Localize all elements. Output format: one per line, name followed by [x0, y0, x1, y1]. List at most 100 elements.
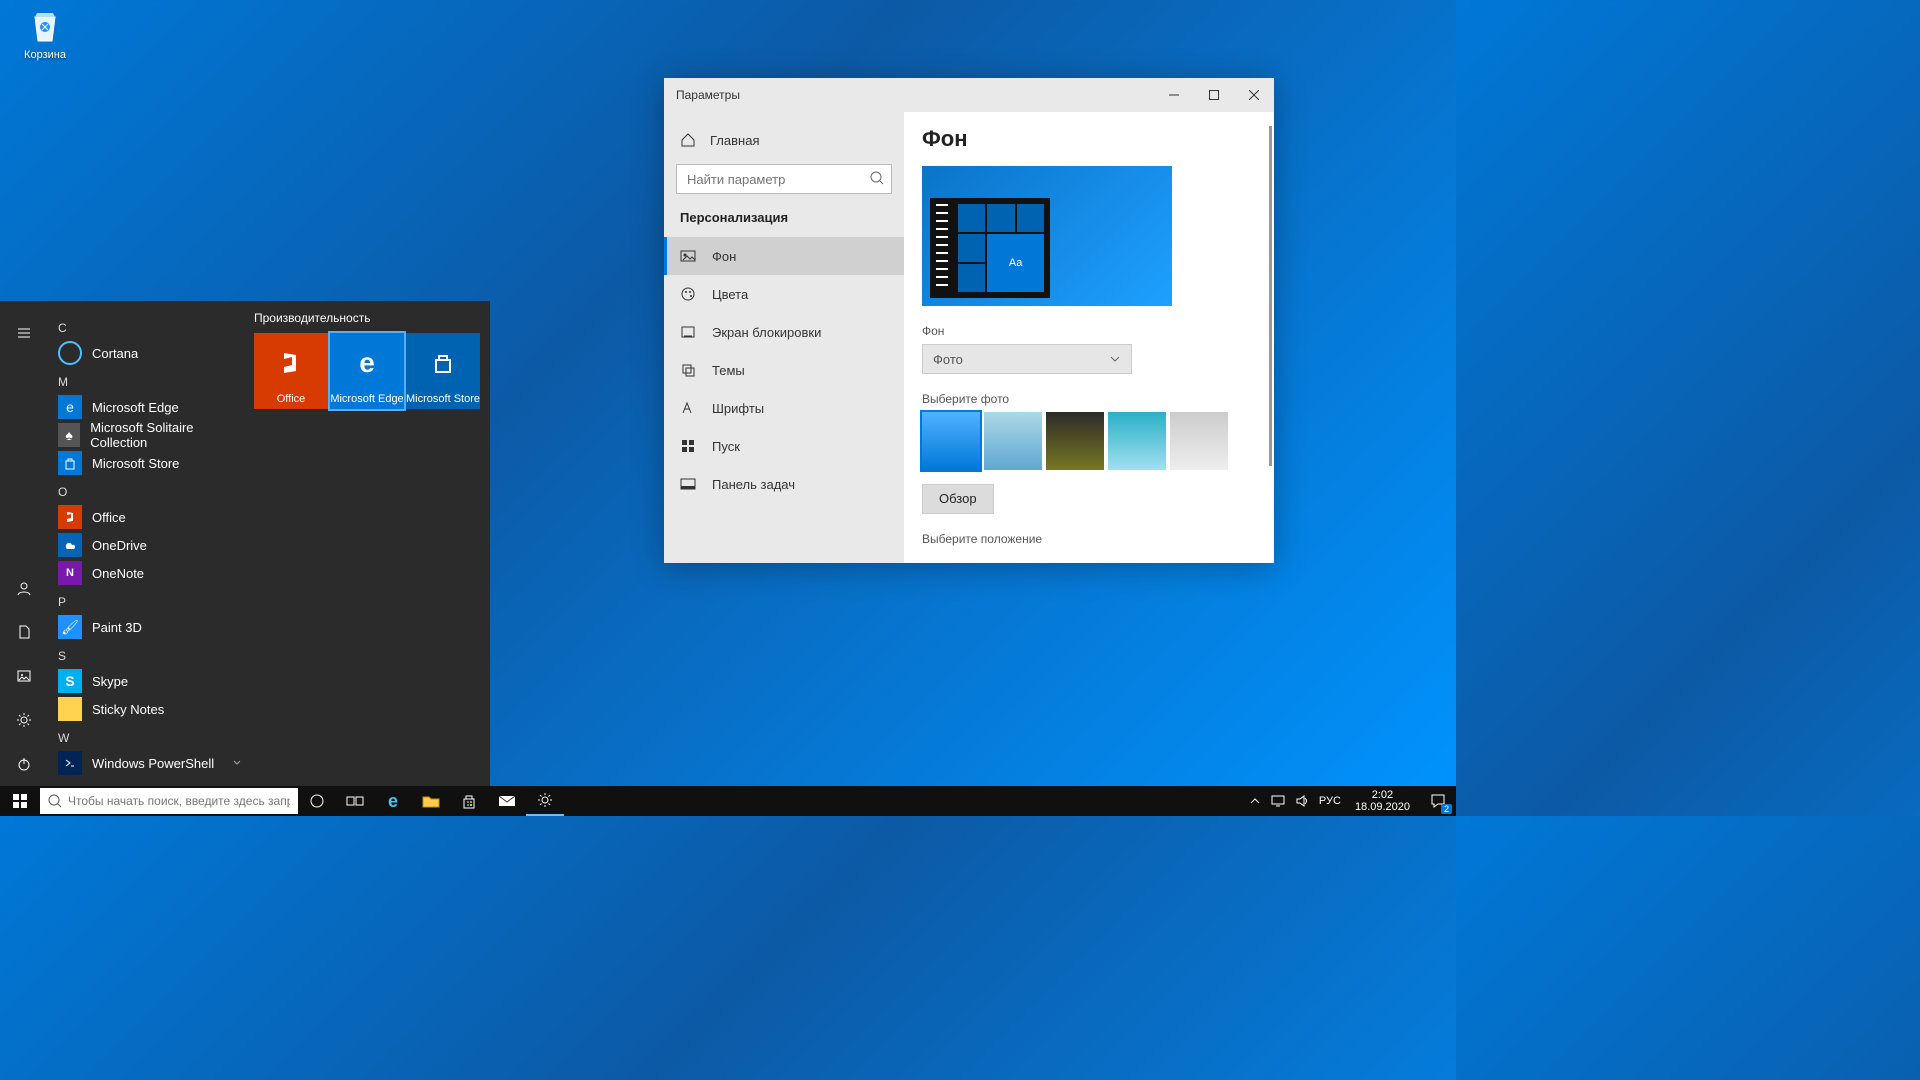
powershell-icon: [58, 751, 82, 775]
tray-language[interactable]: РУС: [1319, 795, 1341, 807]
sidebar-item-colors[interactable]: Цвета: [664, 275, 904, 313]
chevron-down-icon: [232, 758, 242, 768]
app-powershell[interactable]: Windows PowerShell: [54, 749, 246, 777]
app-cortana[interactable]: Cortana: [54, 339, 246, 367]
app-edge[interactable]: e Microsoft Edge: [54, 393, 246, 421]
start-expand-button[interactable]: [0, 311, 48, 355]
tile-label: Microsoft Store: [406, 393, 480, 405]
taskbar-edge[interactable]: e: [374, 786, 412, 816]
taskbar-start-button[interactable]: [0, 786, 40, 816]
thumb-2[interactable]: [984, 412, 1042, 470]
thumb-1[interactable]: [922, 412, 980, 470]
store-icon: [461, 793, 477, 809]
taskbar-store[interactable]: [450, 786, 488, 816]
taskbar-taskview[interactable]: [336, 786, 374, 816]
minimize-button[interactable]: [1154, 78, 1194, 112]
close-button[interactable]: [1234, 78, 1274, 112]
thumb-3[interactable]: [1046, 412, 1104, 470]
sidebar-item-label: Пуск: [712, 439, 740, 454]
choose-fit-label: Выберите положение: [922, 532, 1256, 546]
app-label: Office: [92, 510, 126, 525]
sidebar-home-label: Главная: [710, 133, 759, 148]
taskbar-explorer[interactable]: [412, 786, 450, 816]
app-letter-c[interactable]: C: [54, 317, 246, 339]
desktop-icon-recycle-bin[interactable]: Корзина: [10, 5, 80, 61]
sidebar-item-label: Экран блокировки: [712, 325, 821, 340]
search-icon: [870, 171, 884, 185]
thumb-5[interactable]: [1170, 412, 1228, 470]
sidebar-item-start[interactable]: Пуск: [664, 427, 904, 465]
start-power-button[interactable]: [0, 742, 48, 786]
taskbar-settings[interactable]: [526, 786, 564, 816]
tiles-heading[interactable]: Производительность: [254, 311, 480, 333]
tray-monitor-icon[interactable]: [1271, 794, 1285, 808]
store-icon: [431, 333, 455, 393]
app-onedrive[interactable]: OneDrive: [54, 531, 246, 559]
app-letter-w[interactable]: W: [54, 727, 246, 749]
sidebar-item-taskbar[interactable]: Панель задач: [664, 465, 904, 503]
start-user-button[interactable]: [0, 566, 48, 610]
app-office[interactable]: Office: [54, 503, 246, 531]
taskbar-cortana[interactable]: [298, 786, 336, 816]
bg-select[interactable]: Фото: [922, 344, 1132, 374]
app-label: Paint 3D: [92, 620, 142, 635]
app-letter-o[interactable]: O: [54, 481, 246, 503]
start-pictures-button[interactable]: [0, 654, 48, 698]
app-onenote[interactable]: N OneNote: [54, 559, 246, 587]
app-letter-s[interactable]: S: [54, 645, 246, 667]
sidebar-item-label: Цвета: [712, 287, 748, 302]
app-letter-m[interactable]: M: [54, 371, 246, 393]
settings-titlebar[interactable]: Параметры: [664, 78, 1274, 112]
folder-icon: [422, 794, 440, 808]
taskbar-search[interactable]: [40, 788, 298, 814]
sidebar-search-input[interactable]: [676, 164, 892, 194]
taskbar-mail[interactable]: [488, 786, 526, 816]
tile-label: Microsoft Edge: [330, 393, 403, 405]
tile-store[interactable]: Microsoft Store: [406, 333, 480, 409]
settings-sidebar: Главная Персонализация Фон Цвета Экран б…: [664, 112, 904, 563]
app-skype[interactable]: SSkype: [54, 667, 246, 695]
app-solitaire[interactable]: ♠Microsoft Solitaire Collection: [54, 421, 246, 449]
taskbar-clock[interactable]: 2:02 18.09.2020: [1345, 789, 1420, 813]
tile-edge[interactable]: eMicrosoft Edge: [330, 333, 404, 409]
gear-icon: [537, 792, 553, 808]
sidebar-item-label: Темы: [712, 363, 745, 378]
home-icon: [680, 132, 696, 148]
content-heading: Фон: [922, 126, 1256, 152]
tray-volume-icon[interactable]: [1295, 794, 1309, 808]
app-label: OneNote: [92, 566, 144, 581]
tile-office[interactable]: Office: [254, 333, 328, 409]
taskbar-notifications[interactable]: 2: [1420, 786, 1456, 816]
start-settings-button[interactable]: [0, 698, 48, 742]
preview-aa: Aa: [987, 234, 1044, 292]
sidebar-item-label: Шрифты: [712, 401, 764, 416]
app-label: Microsoft Store: [92, 456, 179, 471]
stickynotes-icon: [58, 697, 82, 721]
palette-icon: [680, 286, 696, 302]
sidebar-search[interactable]: [676, 164, 892, 194]
thumb-4[interactable]: [1108, 412, 1166, 470]
sidebar-item-fonts[interactable]: Шрифты: [664, 389, 904, 427]
start-app-list[interactable]: C Cortana M e Microsoft Edge ♠Microsoft S…: [48, 301, 254, 786]
sidebar-item-themes[interactable]: Темы: [664, 351, 904, 389]
search-icon: [48, 794, 62, 808]
browse-button[interactable]: Обзор: [922, 484, 994, 514]
app-store[interactable]: Microsoft Store: [54, 449, 246, 477]
sidebar-home[interactable]: Главная: [664, 120, 904, 160]
clock-time: 2:02: [1355, 789, 1410, 801]
clock-date: 18.09.2020: [1355, 801, 1410, 813]
start-documents-button[interactable]: [0, 610, 48, 654]
taskbar-search-input[interactable]: [68, 794, 290, 808]
tray-chevron-up-icon[interactable]: [1249, 795, 1261, 807]
app-stickynotes[interactable]: Sticky Notes: [54, 695, 246, 723]
edge-icon: e: [58, 395, 82, 419]
onenote-icon: N: [58, 561, 82, 585]
sidebar-item-background[interactable]: Фон: [664, 237, 904, 275]
sidebar-item-lockscreen[interactable]: Экран блокировки: [664, 313, 904, 351]
app-letter-p[interactable]: P: [54, 591, 246, 613]
picture-icon: [680, 248, 696, 264]
maximize-button[interactable]: [1194, 78, 1234, 112]
scrollbar[interactable]: [1269, 126, 1272, 466]
app-paint3d[interactable]: 🖌Paint 3D: [54, 613, 246, 641]
app-label: Microsoft Edge: [92, 400, 179, 415]
